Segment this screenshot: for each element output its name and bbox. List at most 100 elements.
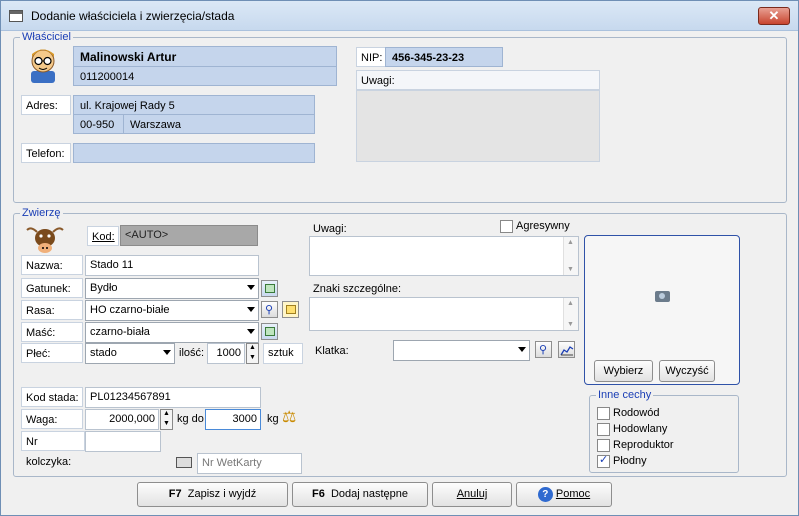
ilosc-input[interactable]: 1000 [207,343,245,364]
chevron-down-icon [247,329,255,334]
spin-up-icon: ▲ [163,410,170,417]
animal-notes-label: Uwagi: [313,223,347,235]
plodny-checkbox[interactable] [597,453,610,468]
agresywny-checkbox[interactable] [500,220,513,233]
nazwa-label: Nazwa: [21,255,83,275]
rasa-search-button[interactable]: ⚲ [261,301,278,318]
kod-label: Kod: [87,226,119,246]
rodowod-label: Rodowód [613,407,660,419]
agresywny-label: Agresywny [516,220,570,232]
kolczyk-input[interactable] [85,431,161,452]
nazwa-input[interactable]: Stado 11 [85,255,259,276]
window-title: Dodanie właściciela i zwierzęcia/stada [31,9,235,23]
rasa-edit-button[interactable] [282,301,299,318]
klatka-chart-button[interactable] [558,341,575,358]
camera-icon [655,291,670,302]
scrollbar[interactable] [563,237,578,275]
save-and-exit-button[interactable]: F7 Zapisz i wyjdź [137,482,288,507]
cow-icon [25,224,65,256]
help-icon: ? [537,486,553,502]
rasa-select[interactable]: HO czarno-białe [85,300,259,321]
kod-stada-label: Kod stada: [21,387,83,407]
kolczyk-label: Nr kolczyka: [21,431,85,468]
plec-value: stado [90,347,117,359]
gatunek-select[interactable]: Bydło [85,278,259,299]
window-icon [9,10,23,22]
cancel-button[interactable]: Anuluj [432,482,512,507]
masc-select[interactable]: czarno-biała [85,322,259,343]
owner-name[interactable]: Malinowski Artur [73,46,337,67]
magnifier-icon: ⚲ [539,344,548,356]
address-postal-code[interactable]: 00-950 [73,114,124,134]
magnifier-icon: ⚲ [265,304,274,316]
table-icon [265,284,275,293]
kod-label-text: Kod: [92,231,115,243]
animal-legend: Zwierzę [22,207,61,219]
spin-down-icon: ▼ [249,354,256,361]
reproduktor-checkbox[interactable] [597,439,610,452]
owner-notes-field[interactable] [356,90,600,162]
help-label: Pomoc [555,488,591,500]
ilosc-label: ilość: [179,347,205,359]
chevron-down-icon [247,285,255,290]
ilosc-spinner[interactable]: ▲ ▼ [246,343,259,364]
waga-spinner[interactable]: ▲ ▼ [160,409,173,430]
chevron-down-icon [518,347,526,352]
scrollbar[interactable] [563,298,578,330]
nip-value[interactable]: 456-345-23-23 [385,47,503,67]
add-shortcut: F6 [311,488,325,500]
clear-photo-button[interactable]: Wyczyść [659,360,715,382]
reproduktor-label: Reproduktor [613,439,674,451]
masc-value: czarno-biała [90,326,150,338]
help-button[interactable]: ? Pomoc [516,482,612,507]
close-button[interactable]: ✕ [758,7,790,25]
save-shortcut: F7 [168,488,182,500]
choose-photo-button[interactable]: Wybierz [594,360,653,382]
spin-up-icon: ▲ [249,344,256,351]
gatunek-dictionary-button[interactable] [261,280,278,297]
owner-notes-label: Uwagi: [356,70,600,90]
add-next-button[interactable]: F6 Dodaj następne [292,482,428,507]
plec-label: Płeć: [21,343,83,363]
rasa-label-text: Rasa: [26,305,55,317]
address-street[interactable]: ul. Krajowej Rady 5 [73,95,315,115]
kod-stada-input[interactable]: PL01234567891 [85,387,261,408]
plodny-label: Płodny [613,455,647,467]
chevron-down-icon [163,350,171,355]
person-icon [26,45,60,83]
masc-dictionary-button[interactable] [261,323,278,340]
note-icon [286,305,296,314]
klatka-select[interactable] [393,340,530,361]
chart-icon [560,346,574,356]
owner-legend: Właściciel [22,31,71,43]
scale-icon[interactable]: ⚖ [282,407,296,427]
waga-do-input[interactable]: 3000 [205,409,261,430]
phone-field[interactable] [73,143,315,163]
address-label: Adres: [21,95,71,115]
kg-label: kg [267,413,279,425]
id-card-icon [176,457,192,468]
klatka-search-button[interactable]: ⚲ [535,341,552,358]
sztuk-label: sztuk [263,343,303,364]
nip-label: NIP: [356,47,386,67]
kod-field: <AUTO> [120,225,258,246]
rodowod-checkbox[interactable] [597,407,610,420]
znaki-label: Znaki szczególne: [313,283,402,295]
animal-notes-textarea[interactable] [309,236,579,276]
wetkarta-placeholder: Nr WetKarty [202,457,262,469]
hodowlany-checkbox[interactable] [597,423,610,436]
address-city[interactable]: Warszawa [123,114,315,134]
znaki-textarea[interactable] [309,297,579,331]
cancel-label: Anuluj [456,488,488,500]
owner-id[interactable]: 011200014 [73,66,337,86]
hodowlany-label: Hodowlany [613,423,668,435]
gatunek-label: Gatunek: [21,278,83,298]
spin-down-icon: ▼ [163,420,170,427]
waga-od-input[interactable]: 2000,000 [85,409,159,430]
plec-select[interactable]: stado [85,343,175,364]
chevron-down-icon [247,307,255,312]
wetkarta-input[interactable]: Nr WetKarty [197,453,302,474]
add-label: Dodaj następne [330,488,409,500]
rasa-label: Rasa: [21,300,83,320]
photo-panel: Wybierz Wyczyść [584,235,740,385]
